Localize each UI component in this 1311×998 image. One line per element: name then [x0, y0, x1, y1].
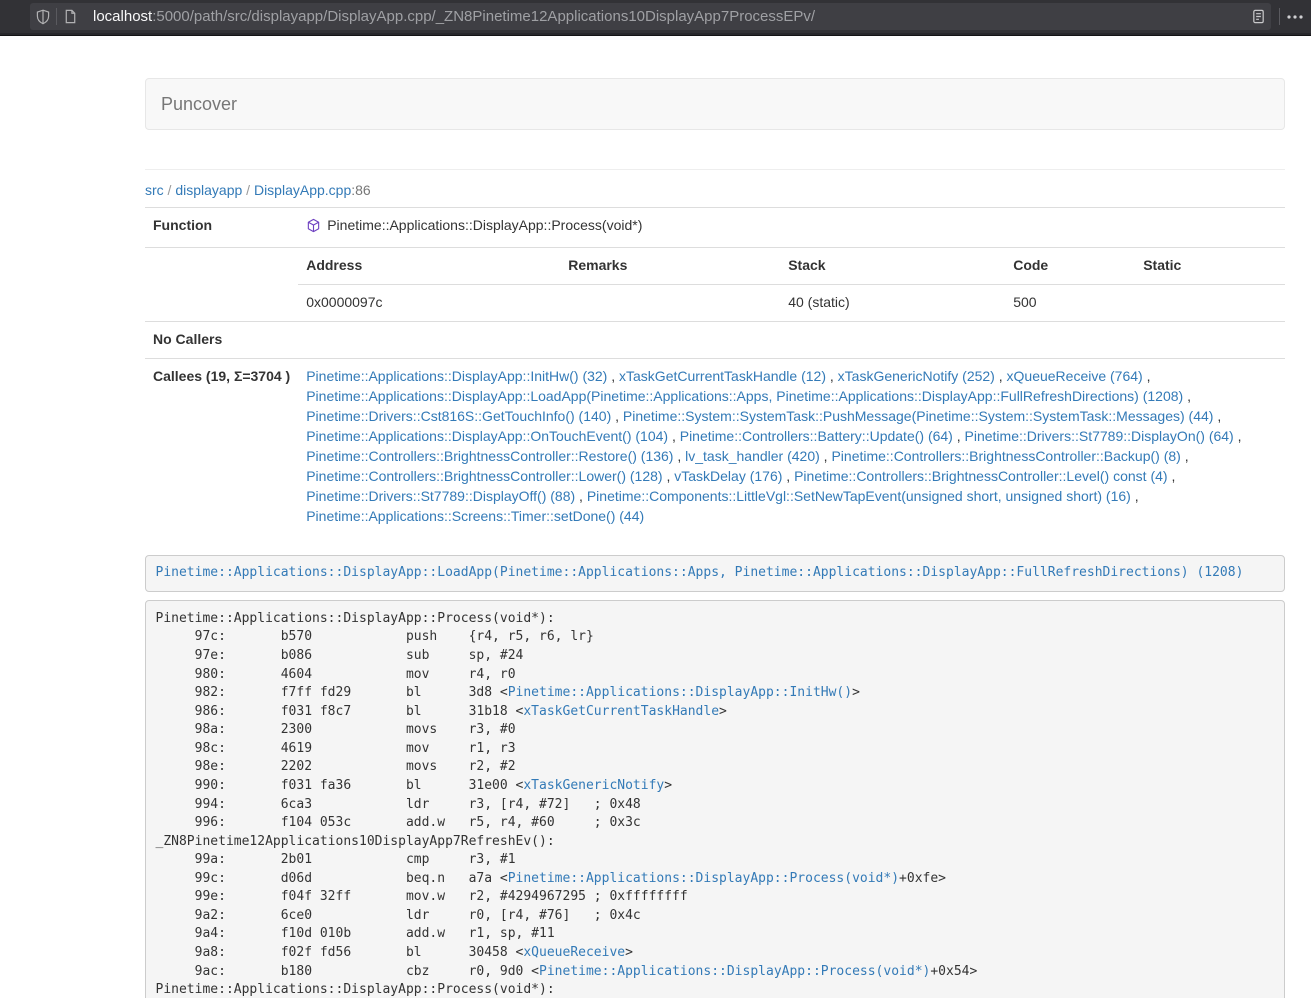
callees-row: Callees (19, Σ=3704 ) Pinetime::Applicat… — [145, 358, 1285, 534]
callee-separator: , — [1131, 488, 1139, 504]
breadcrumb-line-number: :86 — [351, 182, 370, 198]
callee-separator: , — [1143, 368, 1151, 384]
code-value: 500 — [1005, 284, 1135, 320]
callee-link[interactable]: xQueueReceive (764) — [1007, 368, 1143, 384]
callee-link[interactable]: Pinetime::Controllers::Battery::Update()… — [680, 428, 953, 444]
col-static: Static — [1135, 248, 1285, 284]
callee-separator: , — [668, 428, 680, 444]
url-host: localhost — [93, 8, 152, 25]
metrics-row: Address Remarks Stack Code Static 0x0000… — [145, 247, 1285, 321]
callee-link[interactable]: lv_task_handler (420) — [685, 448, 820, 464]
callee-link[interactable]: Pinetime::System::SystemTask::PushMessag… — [623, 408, 1214, 424]
callee-link[interactable]: Pinetime::Components::LittleVgl::SetNewT… — [587, 488, 1131, 504]
callee-separator: , — [611, 408, 623, 424]
static-value — [1135, 284, 1285, 320]
page-icon[interactable] — [57, 3, 83, 30]
col-code: Code — [1005, 248, 1135, 284]
reader-mode-icon[interactable] — [1245, 3, 1271, 30]
divider — [145, 169, 1285, 170]
metrics-values-row: 0x0000097c 40 (static) 500 — [298, 284, 1285, 320]
callee-separator: , — [1234, 428, 1242, 444]
callee-separator: , — [1181, 448, 1189, 464]
breadcrumb-link[interactable]: src — [145, 182, 164, 198]
callee-separator: , — [575, 488, 587, 504]
breadcrumb: src / displayapp / DisplayApp.cpp:86 — [145, 182, 1285, 198]
stack-value: 40 (static) — [780, 284, 1005, 320]
remarks-value — [560, 284, 780, 320]
navbar: Puncover — [145, 78, 1285, 130]
no-callers-row: No Callers — [145, 321, 1285, 358]
callee-link[interactable]: xTaskGenericNotify (252) — [838, 368, 995, 384]
cube-icon — [306, 218, 321, 239]
breadcrumb-separator: / — [242, 182, 254, 198]
callee-separator: , — [673, 448, 685, 464]
url-text[interactable]: localhost:5000/path/src/displayapp/Displ… — [93, 8, 1245, 25]
col-stack: Stack — [780, 248, 1005, 284]
callee-link[interactable]: Pinetime::Applications::Screens::Timer::… — [306, 508, 644, 524]
asm-symbol-link[interactable]: xQueueReceive — [523, 945, 625, 960]
callee-link[interactable]: Pinetime::Controllers::BrightnessControl… — [306, 468, 662, 484]
address-value: 0x0000097c — [298, 284, 560, 320]
loadapp-snippet: Pinetime::Applications::DisplayApp::Load… — [145, 555, 1285, 593]
callees-list: Pinetime::Applications::DisplayApp::Init… — [298, 358, 1285, 534]
callee-link[interactable]: Pinetime::Controllers::BrightnessControl… — [831, 448, 1180, 464]
asm-symbol-link[interactable]: Pinetime::Applications::DisplayApp::Proc… — [508, 871, 899, 886]
callee-separator: , — [1213, 408, 1221, 424]
breadcrumb-link[interactable]: DisplayApp.cpp — [254, 182, 351, 198]
callees-label: Callees (19, Σ=3704 ) — [145, 358, 298, 534]
callee-separator: , — [995, 368, 1007, 384]
callee-separator: , — [1183, 388, 1191, 404]
browser-window: localhost:5000/path/src/displayapp/Displ… — [0, 0, 1311, 998]
callee-link[interactable]: Pinetime::Drivers::St7789::DisplayOn() (… — [965, 428, 1234, 444]
callee-link[interactable]: Pinetime::Applications::DisplayApp::Init… — [306, 368, 607, 384]
overflow-menu-icon[interactable] — [1286, 0, 1304, 33]
function-label: Function — [145, 208, 298, 248]
col-remarks: Remarks — [560, 248, 780, 284]
toolbar-divider — [1279, 8, 1280, 25]
callee-link[interactable]: Pinetime::Applications::DisplayApp::Load… — [306, 388, 1183, 404]
brand-link[interactable]: Puncover — [146, 79, 252, 129]
shield-icon[interactable] — [30, 3, 56, 30]
callee-link[interactable]: Pinetime::Controllers::BrightnessControl… — [306, 448, 673, 464]
url-path: :5000/path/src/displayapp/DisplayApp.cpp… — [152, 8, 815, 25]
callee-link[interactable]: Pinetime::Controllers::BrightnessControl… — [794, 468, 1167, 484]
callee-separator: , — [607, 368, 619, 384]
loadapp-link[interactable]: Pinetime::Applications::DisplayApp::Load… — [156, 565, 1244, 580]
no-callers-label: No Callers — [145, 321, 298, 358]
col-address: Address — [298, 248, 560, 284]
callee-separator: , — [953, 428, 965, 444]
browser-toolbar: localhost:5000/path/src/displayapp/Displ… — [0, 0, 1311, 33]
callee-link[interactable]: vTaskDelay (176) — [674, 468, 782, 484]
url-bar[interactable]: localhost:5000/path/src/displayapp/Displ… — [30, 3, 1271, 30]
callee-separator: , — [782, 468, 794, 484]
metrics-table: Address Remarks Stack Code Static 0x0000… — [298, 248, 1285, 321]
function-table: Function Pinetime::Applications::Display… — [145, 207, 1285, 535]
callee-link[interactable]: xTaskGetCurrentTaskHandle (12) — [619, 368, 826, 384]
callee-separator: , — [1168, 468, 1176, 484]
function-row: Function Pinetime::Applications::Display… — [145, 208, 1285, 248]
toolbar-bottom-strip — [0, 33, 1311, 36]
callee-link[interactable]: Pinetime::Drivers::Cst816S::GetTouchInfo… — [306, 408, 611, 424]
breadcrumb-link[interactable]: displayapp — [175, 182, 242, 198]
callee-link[interactable]: Pinetime::Drivers::St7789::DisplayOff() … — [306, 488, 575, 504]
callee-link[interactable]: Pinetime::Applications::DisplayApp::OnTo… — [306, 428, 668, 444]
asm-symbol-link[interactable]: xTaskGenericNotify — [523, 778, 664, 793]
asm-symbol-link[interactable]: xTaskGetCurrentTaskHandle — [523, 704, 719, 719]
callee-separator: , — [663, 468, 675, 484]
assembly-listing: Pinetime::Applications::DisplayApp::Proc… — [145, 600, 1285, 998]
asm-symbol-link[interactable]: Pinetime::Applications::DisplayApp::Proc… — [539, 964, 930, 979]
function-name: Pinetime::Applications::DisplayApp::Proc… — [327, 217, 642, 233]
callee-separator: , — [826, 368, 838, 384]
breadcrumb-separator: / — [164, 182, 176, 198]
callee-separator: , — [820, 448, 832, 464]
asm-symbol-link[interactable]: Pinetime::Applications::DisplayApp::Init… — [508, 685, 852, 700]
